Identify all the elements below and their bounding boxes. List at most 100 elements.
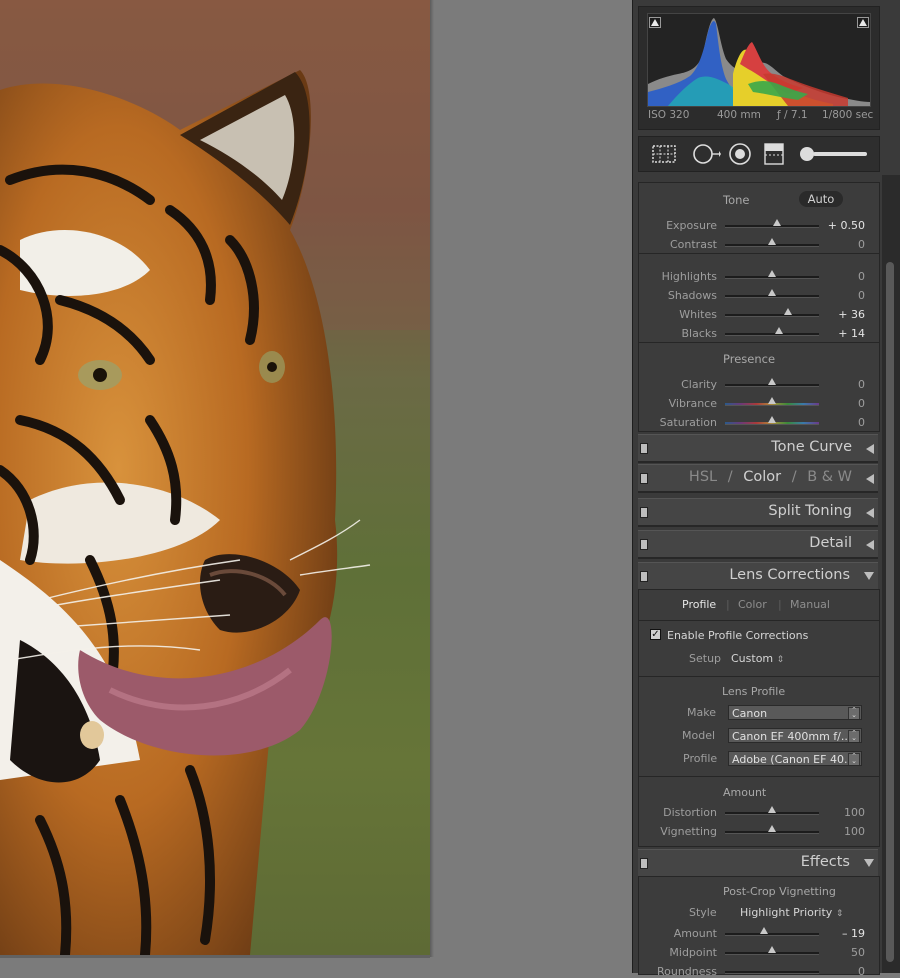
whites-value[interactable]: + 36 bbox=[838, 308, 865, 321]
highlights-value[interactable]: 0 bbox=[858, 270, 865, 283]
tab-divider: | bbox=[726, 598, 730, 611]
midpoint-slider-thumb[interactable] bbox=[768, 946, 776, 953]
exposure-value[interactable]: + 0.50 bbox=[828, 219, 865, 232]
panel-toggle-switch[interactable] bbox=[640, 473, 648, 484]
vignette-amount-slider[interactable] bbox=[725, 933, 819, 936]
enable-profile-label: Enable Profile Corrections bbox=[667, 629, 809, 642]
whites-label: Whites bbox=[679, 308, 717, 321]
whites-slider-thumb[interactable] bbox=[783, 308, 792, 315]
expand-triangle-icon bbox=[864, 572, 874, 580]
split-toning-panel-header[interactable]: Split Toning bbox=[638, 498, 878, 527]
tiger-photo bbox=[0, 0, 430, 955]
contrast-slider-thumb[interactable] bbox=[768, 238, 776, 245]
red-eye-icon[interactable] bbox=[727, 142, 753, 166]
model-select[interactable]: Canon EF 400mm f/... ⌃ ⌄ bbox=[728, 728, 862, 743]
lens-corrections-panel-header[interactable]: Lens Corrections bbox=[638, 562, 878, 591]
tab-hsl[interactable]: HSL bbox=[689, 469, 717, 485]
distortion-slider-thumb[interactable] bbox=[768, 806, 776, 813]
midpoint-value[interactable]: 50 bbox=[851, 946, 865, 959]
vibrance-value[interactable]: 0 bbox=[858, 397, 865, 410]
exposure-label: Exposure bbox=[666, 219, 717, 232]
adjustment-brush-icon[interactable] bbox=[799, 142, 869, 166]
enable-profile-checkbox[interactable]: ✓ bbox=[650, 629, 661, 640]
roundness-value[interactable]: 0 bbox=[858, 965, 865, 978]
exposure-slider-thumb[interactable] bbox=[772, 219, 781, 226]
tab-separator: / bbox=[727, 469, 733, 485]
blacks-slider-thumb[interactable] bbox=[774, 327, 783, 334]
tone-curve-panel-header[interactable]: Tone Curve bbox=[638, 434, 878, 463]
panel-title: Effects bbox=[800, 854, 850, 870]
tab-manual[interactable]: Manual bbox=[790, 598, 830, 611]
canvas-shadow bbox=[430, 0, 434, 957]
detail-panel-header[interactable]: Detail bbox=[638, 530, 878, 559]
setup-value: Custom bbox=[731, 652, 774, 665]
style-value: Highlight Priority bbox=[740, 906, 833, 919]
vignette-amount-value[interactable]: – 19 bbox=[842, 927, 865, 940]
vignetting-slider-thumb[interactable] bbox=[768, 825, 776, 832]
panel-toggle-switch[interactable] bbox=[640, 571, 648, 582]
histogram-plot[interactable] bbox=[647, 13, 871, 107]
tab-bw[interactable]: B & W bbox=[807, 469, 852, 485]
tab-profile[interactable]: Profile bbox=[682, 598, 716, 611]
exif-aperture: ƒ / 7.1 bbox=[777, 109, 808, 121]
profile-select[interactable]: Adobe (Canon EF 40... ⌃ ⌄ bbox=[728, 751, 862, 766]
select-arrows-icon: ⌃ ⌄ bbox=[848, 753, 860, 765]
shadow-clipping-toggle[interactable] bbox=[649, 17, 661, 28]
effects-panel-header[interactable]: Effects bbox=[638, 849, 878, 878]
hsl-panel-header[interactable]: HSL / Color / B & W bbox=[638, 464, 878, 493]
setup-dropdown[interactable]: Custom ⇕ bbox=[731, 652, 784, 665]
panel-scrollbar-thumb[interactable] bbox=[886, 262, 894, 962]
section-divider bbox=[639, 342, 879, 343]
highlights-label: Highlights bbox=[661, 270, 717, 283]
contrast-label: Contrast bbox=[669, 238, 717, 251]
tab-color[interactable]: Color bbox=[743, 469, 781, 485]
panel-title: Tone Curve bbox=[771, 439, 852, 455]
distortion-value[interactable]: 100 bbox=[844, 806, 865, 819]
photo-canvas[interactable] bbox=[0, 0, 430, 955]
graduated-filter-icon[interactable] bbox=[761, 142, 787, 166]
tab-color[interactable]: Color bbox=[738, 598, 767, 611]
blacks-slider[interactable] bbox=[725, 333, 819, 336]
spot-removal-icon[interactable] bbox=[691, 142, 721, 166]
panel-toggle-switch[interactable] bbox=[640, 858, 648, 869]
clipping-triangle-icon bbox=[651, 19, 659, 26]
section-divider bbox=[639, 253, 879, 254]
whites-slider[interactable] bbox=[725, 314, 819, 317]
make-select[interactable]: Canon ⌃ ⌄ bbox=[728, 705, 862, 720]
auto-tone-button[interactable]: Auto bbox=[799, 191, 843, 207]
clarity-value[interactable]: 0 bbox=[858, 378, 865, 391]
panel-toggle-switch[interactable] bbox=[640, 507, 648, 518]
lens-profile-label: Lens Profile bbox=[722, 685, 786, 698]
make-value: Canon bbox=[732, 707, 768, 720]
vibrance-slider-thumb[interactable] bbox=[768, 397, 776, 404]
saturation-slider-thumb[interactable] bbox=[768, 416, 776, 423]
section-divider bbox=[639, 776, 879, 777]
crop-overlay-icon[interactable] bbox=[651, 142, 677, 166]
vignetting-value[interactable]: 100 bbox=[844, 825, 865, 838]
style-dropdown[interactable]: Highlight Priority ⇕ bbox=[740, 906, 843, 919]
shadows-value[interactable]: 0 bbox=[858, 289, 865, 302]
vignette-amount-slider-thumb[interactable] bbox=[760, 927, 768, 934]
vignetting-label: Vignetting bbox=[660, 825, 717, 838]
highlight-clipping-toggle[interactable] bbox=[857, 17, 869, 28]
tone-section-label: Tone bbox=[723, 193, 750, 207]
clarity-slider-thumb[interactable] bbox=[768, 378, 776, 385]
contrast-value[interactable]: 0 bbox=[858, 238, 865, 251]
panel-title: Split Toning bbox=[768, 503, 852, 519]
collapse-triangle-icon bbox=[866, 444, 874, 454]
shadows-slider-thumb[interactable] bbox=[768, 289, 776, 296]
expand-triangle-icon bbox=[864, 859, 874, 867]
saturation-label: Saturation bbox=[659, 416, 717, 429]
blacks-value[interactable]: + 14 bbox=[838, 327, 865, 340]
saturation-value[interactable]: 0 bbox=[858, 416, 865, 429]
panel-toggle-switch[interactable] bbox=[640, 539, 648, 550]
effects-panel: Post-Crop Vignetting Style Highlight Pri… bbox=[638, 876, 880, 978]
exif-focal-length: 400 mm bbox=[717, 109, 761, 121]
section-divider bbox=[639, 676, 879, 677]
highlights-slider-thumb[interactable] bbox=[768, 270, 776, 277]
profile-value: Adobe (Canon EF 40... bbox=[732, 753, 855, 766]
panel-toggle-switch[interactable] bbox=[640, 443, 648, 454]
select-arrows-icon: ⌃ ⌄ bbox=[848, 707, 860, 719]
exif-shutter: 1/800 sec bbox=[822, 109, 874, 121]
collapse-triangle-icon bbox=[866, 540, 874, 550]
